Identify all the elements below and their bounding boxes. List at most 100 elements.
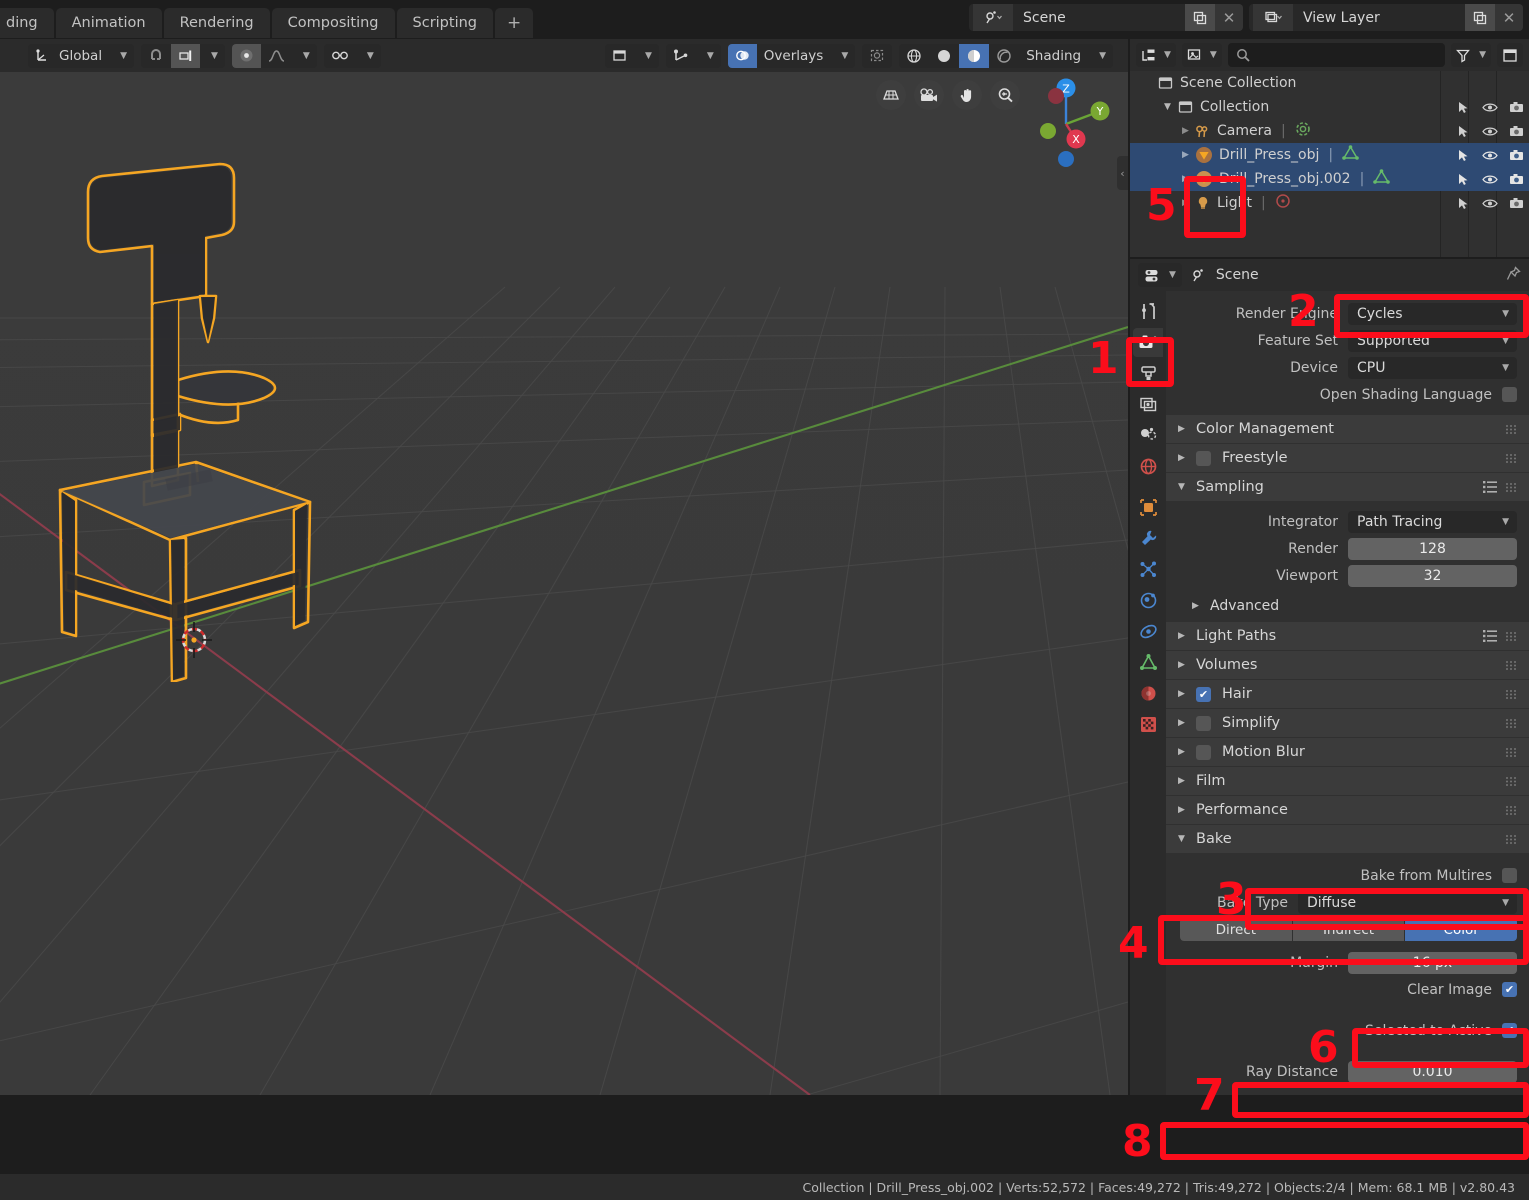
pin-id-data-icon[interactable] xyxy=(1506,265,1521,285)
properties-editor-type-selector[interactable]: ▼ xyxy=(1138,263,1182,287)
outliner-row-collection[interactable]: ▼ Collection xyxy=(1130,95,1529,119)
clear-image-row[interactable]: Clear Image ✔ xyxy=(1172,977,1517,1002)
ray-distance-value[interactable]: 0.010 xyxy=(1348,1060,1517,1083)
outliner-filter-id-selector[interactable]: ▼ xyxy=(1181,43,1222,67)
falloff-chevron-icon[interactable]: ▼ xyxy=(291,43,317,68)
panel-freestyle[interactable]: ▶ Freestyle xyxy=(1166,444,1529,472)
selectable-cursor-icon[interactable] xyxy=(1451,191,1477,215)
object-types-icon[interactable] xyxy=(604,43,634,68)
hide-in-viewport-eye-icon[interactable] xyxy=(1477,143,1503,167)
hide-in-viewport-eye-icon[interactable] xyxy=(1477,119,1503,143)
outliner-row-camera[interactable]: ▶ Camera | xyxy=(1130,119,1529,143)
tab-scene[interactable] xyxy=(1133,421,1163,450)
shading-mode-group[interactable]: Shading ▼ xyxy=(899,43,1113,68)
selectable-cursor-icon[interactable] xyxy=(1451,95,1477,119)
hide-in-viewport-eye-icon[interactable] xyxy=(1477,167,1503,191)
gizmo-controls[interactable]: ▼ xyxy=(665,43,721,68)
simplify-checkbox[interactable] xyxy=(1196,715,1211,731)
mesh-data-icon[interactable] xyxy=(1342,145,1359,165)
tab-particles[interactable] xyxy=(1133,555,1163,584)
expand-triangle-icon[interactable]: ▶ xyxy=(1182,174,1192,184)
tab-material[interactable] xyxy=(1133,679,1163,708)
scene-new-icon[interactable] xyxy=(1185,4,1215,31)
viewlayer-name-field[interactable]: View Layer xyxy=(1293,4,1465,31)
presets-list-icon[interactable] xyxy=(1483,480,1497,494)
bake-type-dropdown[interactable]: Diffuse ▼ xyxy=(1298,891,1517,914)
mirror-chevron-icon[interactable]: ▼ xyxy=(355,43,381,68)
tab-modifiers[interactable] xyxy=(1133,524,1163,553)
viewlayer-selector[interactable]: View Layer ✕ xyxy=(1249,4,1523,31)
freestyle-checkbox[interactable] xyxy=(1196,450,1211,466)
object-types-chevron-icon[interactable]: ▼ xyxy=(633,43,659,68)
outliner-search-input[interactable] xyxy=(1227,43,1446,67)
hair-checkbox[interactable]: ✔ xyxy=(1196,686,1211,702)
outliner-row-drill-press-obj[interactable]: ▶ Drill_Press_obj | xyxy=(1130,143,1529,167)
light-data-icon[interactable] xyxy=(1275,193,1291,213)
orientation-chevron-icon[interactable]: ▼ xyxy=(109,43,134,68)
feature-set-row[interactable]: Feature Set Supported ▼ xyxy=(1172,328,1517,353)
viewlayer-new-icon[interactable] xyxy=(1465,4,1495,31)
selectable-cursor-icon[interactable] xyxy=(1451,143,1477,167)
expand-triangle-icon[interactable]: ▶ xyxy=(1182,126,1192,136)
mirror-options[interactable]: ▼ xyxy=(323,43,381,68)
panel-simplify[interactable]: ▶ Simplify xyxy=(1166,709,1529,737)
tab-tool[interactable] xyxy=(1133,297,1163,326)
mesh-data-icon[interactable] xyxy=(1373,169,1391,189)
gizmo-icon[interactable] xyxy=(665,43,696,68)
transform-orientation-value[interactable]: Global xyxy=(57,43,110,68)
outliner-row-scene-collection[interactable]: Scene Collection xyxy=(1130,71,1529,95)
render-samples-value[interactable]: 128 xyxy=(1348,537,1517,560)
camera-data-icon[interactable] xyxy=(1295,121,1311,141)
view-object-types-selector[interactable]: ▼ xyxy=(604,43,659,68)
sidebar-collapse-arrow-icon[interactable]: ‹ xyxy=(1117,156,1128,190)
tab-view-layer[interactable] xyxy=(1133,390,1163,419)
scene-name-field[interactable]: Scene xyxy=(1013,4,1185,31)
selectable-cursor-icon[interactable] xyxy=(1451,119,1477,143)
tab-texture[interactable] xyxy=(1133,710,1163,739)
motion-blur-checkbox[interactable] xyxy=(1196,744,1211,760)
scene-browse-icon[interactable] xyxy=(973,4,1013,31)
scene-selector[interactable]: Scene ✕ xyxy=(969,4,1243,31)
contribution-color[interactable]: Color xyxy=(1405,918,1517,941)
overlays-controls[interactable]: Overlays ▼ xyxy=(727,43,856,68)
tab-world[interactable] xyxy=(1133,452,1163,481)
workspace-tab-rendering[interactable]: Rendering xyxy=(163,8,270,38)
toggle-perspective-icon[interactable] xyxy=(876,80,906,110)
outliner-row-light[interactable]: ▶ Light | xyxy=(1130,191,1529,215)
proportional-edit-icon[interactable] xyxy=(231,43,261,68)
workspace-tab-scripting[interactable]: Scripting xyxy=(396,8,493,38)
tab-object[interactable] xyxy=(1133,493,1163,522)
disable-in-renders-camera-icon[interactable] xyxy=(1503,191,1529,215)
render-engine-dropdown[interactable]: Cycles ▼ xyxy=(1348,302,1517,325)
snap-chevron-icon[interactable]: ▼ xyxy=(200,43,225,68)
disable-in-renders-camera-icon[interactable] xyxy=(1503,95,1529,119)
overlays-chevron-icon[interactable]: ▼ xyxy=(830,43,856,68)
zoom-view-icon[interactable] xyxy=(990,80,1020,110)
snap-magnet-icon[interactable] xyxy=(141,43,171,68)
device-dropdown[interactable]: CPU ▼ xyxy=(1348,356,1517,379)
outliner-row-toggles[interactable] xyxy=(1451,95,1529,119)
wireframe-shading-icon[interactable] xyxy=(899,43,930,68)
integrator-dropdown[interactable]: Path Tracing ▼ xyxy=(1348,510,1517,533)
bake-from-multires-checkbox[interactable] xyxy=(1502,868,1517,883)
outliner-row-drill-press-obj-002[interactable]: ▶ Drill_Press_obj.002 | xyxy=(1130,167,1529,191)
viewport-samples-value[interactable]: 32 xyxy=(1348,564,1517,587)
shading-chevron-icon[interactable]: ▼ xyxy=(1088,43,1113,68)
tab-object-data[interactable] xyxy=(1133,648,1163,677)
viewport-nav-buttons[interactable] xyxy=(876,80,1020,110)
disable-in-renders-camera-icon[interactable] xyxy=(1503,119,1529,143)
outliner-filter-button[interactable]: ▼ xyxy=(1451,43,1491,67)
solid-shading-icon[interactable] xyxy=(929,43,960,68)
add-workspace-button[interactable]: + xyxy=(495,8,534,38)
drill-press-model[interactable] xyxy=(48,152,408,682)
outliner-tree[interactable]: Scene Collection ▼ Collection ▶ Camera |… xyxy=(1130,71,1529,257)
panel-bake[interactable]: ▼ Bake xyxy=(1166,825,1529,853)
contribution-indirect[interactable]: Indirect xyxy=(1292,918,1406,941)
falloff-curve-icon[interactable] xyxy=(260,43,292,68)
mirror-icon[interactable] xyxy=(323,43,356,68)
hide-in-viewport-eye-icon[interactable] xyxy=(1477,191,1503,215)
panel-light-paths[interactable]: ▶ Light Paths xyxy=(1166,622,1529,650)
panel-sampling[interactable]: ▼ Sampling xyxy=(1166,473,1529,501)
viewport-canvas[interactable]: Z Y X ‹ xyxy=(0,72,1128,1095)
navigation-gizmo[interactable]: Z Y X xyxy=(1018,76,1114,172)
